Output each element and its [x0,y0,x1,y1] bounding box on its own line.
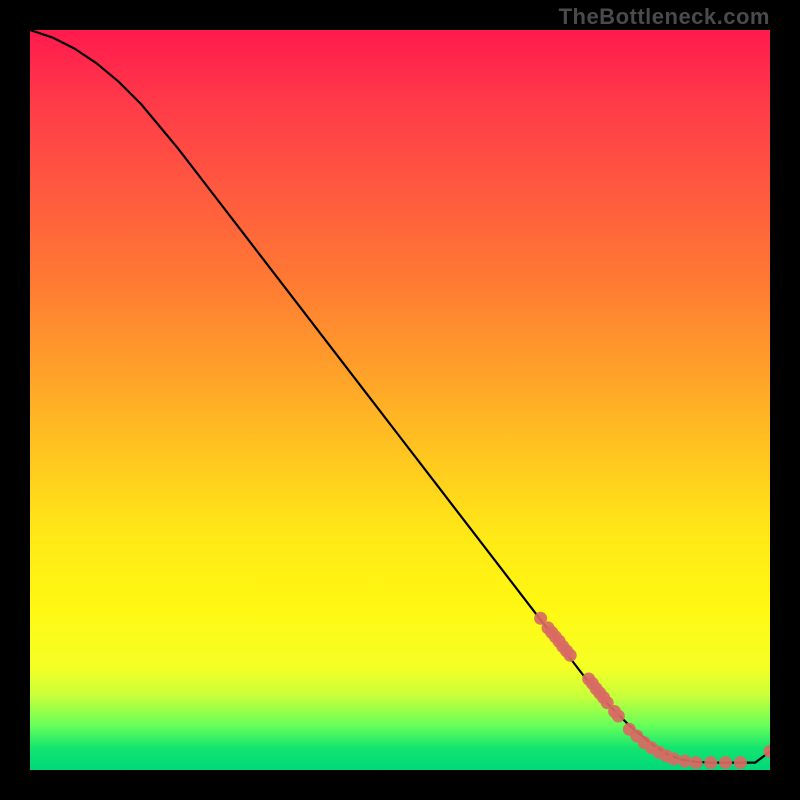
scatter-dot [612,709,625,722]
scatter-dot [667,752,680,765]
chart-stage: TheBottleneck.com [0,0,800,800]
watermark-text: TheBottleneck.com [559,4,770,30]
scatter-dot [678,755,691,768]
scatter-dot [690,756,703,769]
scatter-dot [734,756,747,769]
chart-svg [30,30,770,770]
scatter-dot [719,756,732,769]
curve-path [30,30,770,763]
scatter-dot [564,649,577,662]
curve-line [30,30,770,763]
plot-area [30,30,770,770]
scatter-points [534,612,770,769]
scatter-dot [704,756,717,769]
